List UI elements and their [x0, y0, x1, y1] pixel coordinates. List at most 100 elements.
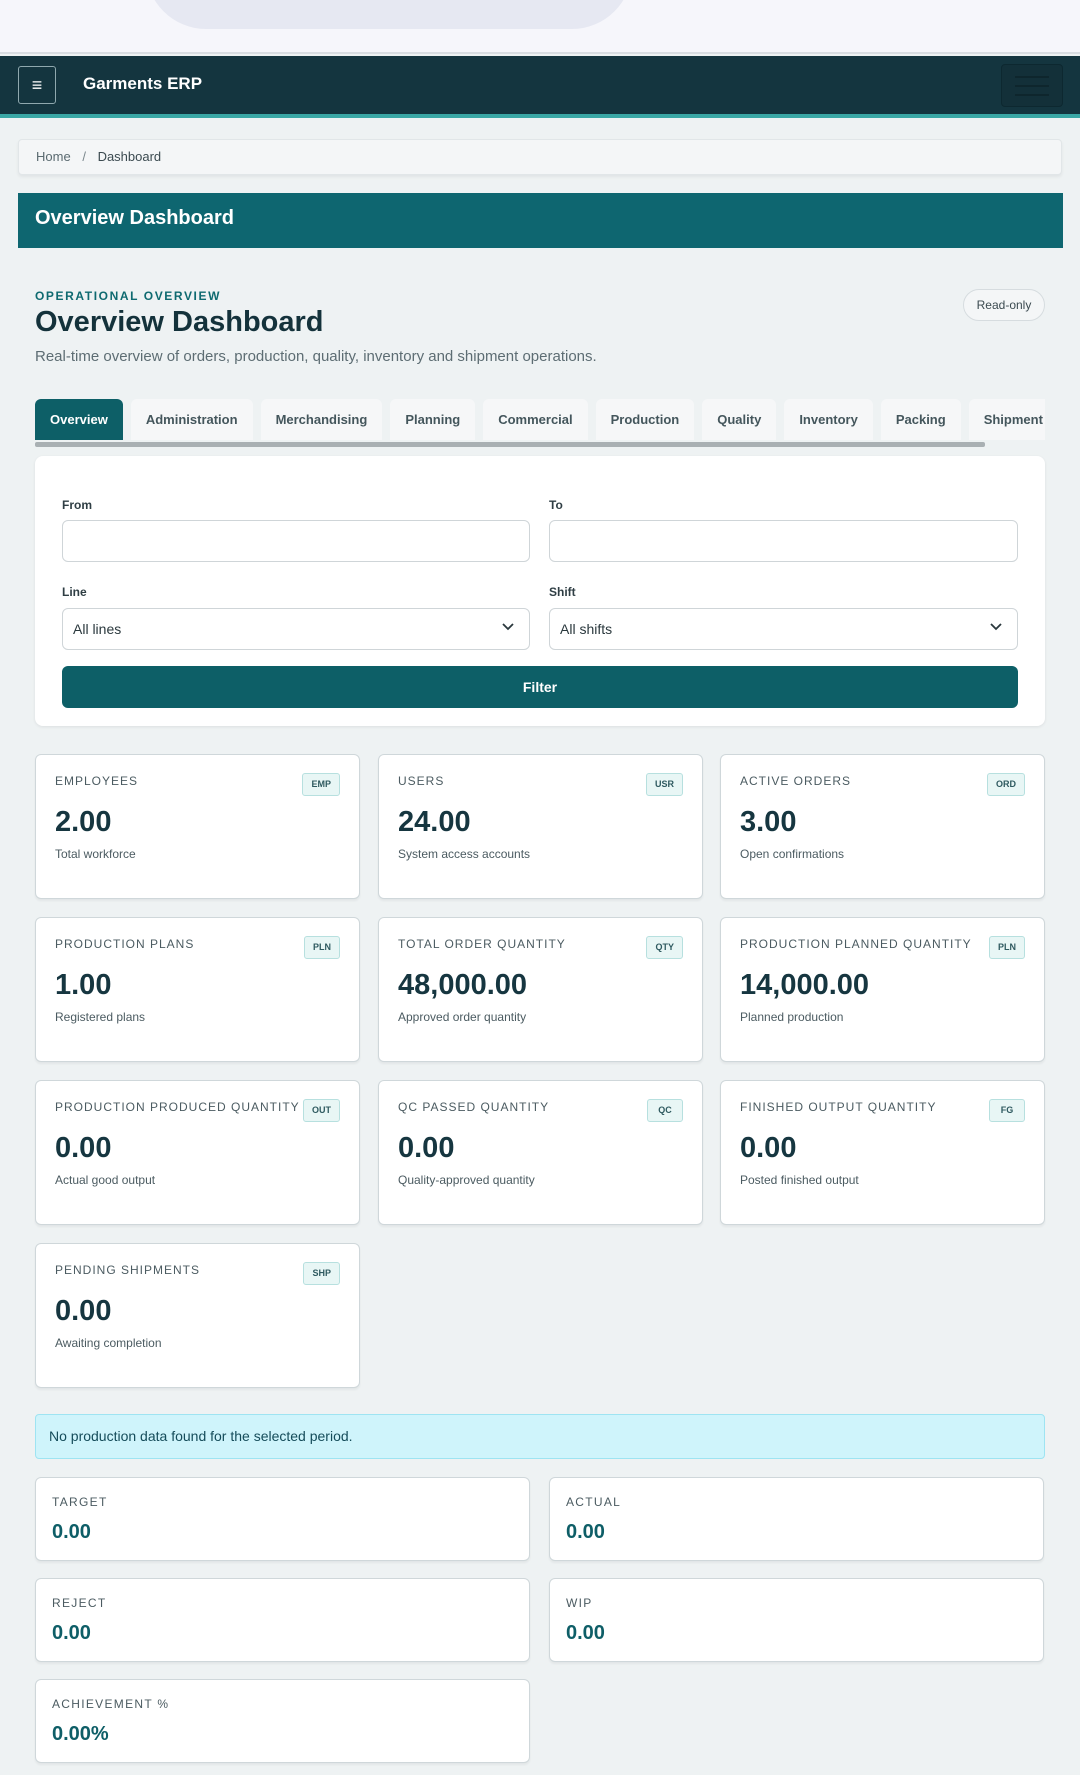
tabs-scrollbar[interactable] — [35, 442, 985, 447]
kpi-card-production-plans: PRODUCTION PLANS PLN 1.00 Registered pla… — [35, 917, 360, 1062]
kpi-value: 48,000.00 — [398, 969, 528, 1001]
stat-value: 0.00 — [52, 1622, 91, 1644]
kpi-card-total-order-quantity: TOTAL ORDER QUANTITY QTY 48,000.00 Appro… — [378, 917, 703, 1062]
kpi-code-badge: ORD — [987, 773, 1025, 796]
kpi-value: 0.00 — [55, 1295, 112, 1327]
page-title: Overview Dashboard — [35, 306, 324, 338]
kpi-description: Posted finished output — [740, 1173, 859, 1187]
kpi-card-finished-output-quantity: FINISHED OUTPUT QUANTITY FG 0.00 Posted … — [720, 1080, 1045, 1225]
from-date-input[interactable] — [62, 520, 530, 562]
to-label: To — [549, 498, 563, 512]
kpi-value: 0.00 — [55, 1132, 112, 1164]
tab-packing[interactable]: Packing — [880, 399, 961, 440]
kpi-code-badge: USR — [645, 773, 683, 796]
tab-shipment[interactable]: Shipment — [968, 399, 1045, 440]
breadcrumb-home-link[interactable]: Home — [36, 149, 71, 164]
stat-label: ACTUAL — [566, 1495, 622, 1509]
filter-button[interactable]: Filter — [62, 666, 1018, 708]
menu-icon[interactable]: ≡ — [18, 66, 56, 104]
top-strip — [0, 0, 1080, 54]
kpi-code-badge: QTY — [646, 936, 683, 959]
brand-title[interactable]: Garments ERP — [83, 74, 202, 94]
stat-value: 0.00 — [566, 1622, 605, 1644]
chevron-down-icon — [990, 623, 1002, 631]
tab-production[interactable]: Production — [595, 399, 695, 440]
line-label: Line — [62, 585, 87, 599]
kpi-description: Awaiting completion — [55, 1336, 162, 1350]
kpi-description: Planned production — [740, 1010, 844, 1024]
stat-card-wip: WIP 0.00 — [549, 1578, 1044, 1662]
stat-label: REJECT — [52, 1596, 107, 1610]
to-date-input[interactable] — [549, 520, 1018, 562]
kpi-description: Quality-approved quantity — [398, 1173, 535, 1187]
kpi-label: EMPLOYEES — [55, 774, 139, 788]
tab-inventory[interactable]: Inventory — [784, 399, 873, 440]
kpi-value: 24.00 — [398, 806, 471, 838]
stat-card-achievement: ACHIEVEMENT % 0.00% — [35, 1679, 530, 1763]
breadcrumb-separator: / — [82, 149, 86, 164]
kpi-card-production-planned-quantity: PRODUCTION PLANNED QUANTITY PLN 14,000.0… — [720, 917, 1045, 1062]
line-select[interactable]: All lines — [62, 608, 530, 650]
filter-card: From To Line All lines Shift All shifts … — [35, 456, 1045, 726]
chevron-down-icon — [502, 623, 514, 631]
kpi-code-badge: FG — [989, 1099, 1025, 1122]
kpi-label: FINISHED OUTPUT QUANTITY — [740, 1100, 937, 1114]
stat-value: 0.00 — [566, 1521, 605, 1543]
kpi-code-badge: EMP — [302, 773, 340, 796]
kpi-code-badge: QC — [647, 1099, 683, 1122]
kpi-label: ACTIVE ORDERS — [740, 774, 852, 788]
kpi-code-badge: PLN — [304, 936, 340, 959]
kpi-value: 0.00 — [398, 1132, 455, 1164]
tab-commercial[interactable]: Commercial — [483, 399, 588, 440]
stat-card-reject: REJECT 0.00 — [35, 1578, 530, 1662]
kpi-label: PRODUCTION PRODUCED QUANTITY — [55, 1100, 300, 1114]
kpi-code-badge: SHP — [303, 1262, 340, 1285]
stat-value: 0.00% — [52, 1723, 109, 1745]
page-subtitle: Real-time overview of orders, production… — [35, 348, 597, 365]
kpi-value: 14,000.00 — [740, 969, 870, 1001]
module-tabs: Overview Administration Merchandising Pl… — [35, 399, 1045, 441]
stat-card-target: TARGET 0.00 — [35, 1477, 530, 1561]
kpi-description: Total workforce — [55, 847, 136, 861]
shift-label: Shift — [549, 585, 576, 599]
kpi-card-users: USERS USR 24.00 System access accounts — [378, 754, 703, 899]
read-only-badge: Read-only — [963, 289, 1045, 321]
kpi-description: Registered plans — [55, 1010, 146, 1024]
hamburger-icon[interactable] — [1001, 64, 1063, 107]
kpi-description: Open confirmations — [740, 847, 845, 861]
kpi-card-pending-shipments: PENDING SHIPMENTS SHP 0.00 Awaiting comp… — [35, 1243, 360, 1388]
kpi-card-employees: EMPLOYEES EMP 2.00 Total workforce — [35, 754, 360, 899]
kpi-value: 0.00 — [740, 1132, 797, 1164]
kpi-label: PRODUCTION PLANNED QUANTITY — [740, 937, 972, 951]
navbar: ≡ Garments ERP — [0, 56, 1080, 118]
shift-select-value: All shifts — [560, 621, 613, 637]
page-banner-title: Overview Dashboard — [18, 193, 1063, 248]
kpi-code-badge: OUT — [303, 1099, 340, 1122]
kpi-card-production-produced-quantity: PRODUCTION PRODUCED QUANTITY OUT 0.00 Ac… — [35, 1080, 360, 1225]
kpi-card-qc-passed-quantity: QC PASSED QUANTITY QC 0.00 Quality-appro… — [378, 1080, 703, 1225]
no-data-alert: No production data found for the selecte… — [35, 1414, 1045, 1459]
breadcrumb-current: Dashboard — [97, 149, 162, 164]
kpi-label: PRODUCTION PLANS — [55, 937, 195, 951]
tab-merchandising[interactable]: Merchandising — [260, 399, 383, 440]
tab-quality[interactable]: Quality — [702, 399, 777, 440]
top-pill-shape — [146, 0, 632, 29]
kpi-card-active-orders: ACTIVE ORDERS ORD 3.00 Open confirmation… — [720, 754, 1045, 899]
kpi-value: 3.00 — [740, 806, 797, 838]
shift-select[interactable]: All shifts — [549, 608, 1018, 650]
section-eyebrow: OPERATIONAL OVERVIEW — [35, 289, 222, 303]
from-label: From — [62, 498, 92, 512]
stat-card-actual: ACTUAL 0.00 — [549, 1477, 1044, 1561]
tab-overview[interactable]: Overview — [35, 399, 123, 440]
kpi-label: PENDING SHIPMENTS — [55, 1263, 201, 1277]
tab-planning[interactable]: Planning — [390, 399, 476, 440]
stat-value: 0.00 — [52, 1521, 91, 1543]
kpi-value: 1.00 — [55, 969, 112, 1001]
stat-label: TARGET — [52, 1495, 108, 1509]
kpi-description: Approved order quantity — [398, 1010, 527, 1024]
kpi-label: USERS — [398, 774, 445, 788]
kpi-label: TOTAL ORDER QUANTITY — [398, 937, 566, 951]
kpi-label: QC PASSED QUANTITY — [398, 1100, 550, 1114]
tab-administration[interactable]: Administration — [130, 399, 253, 440]
line-select-value: All lines — [73, 621, 122, 637]
